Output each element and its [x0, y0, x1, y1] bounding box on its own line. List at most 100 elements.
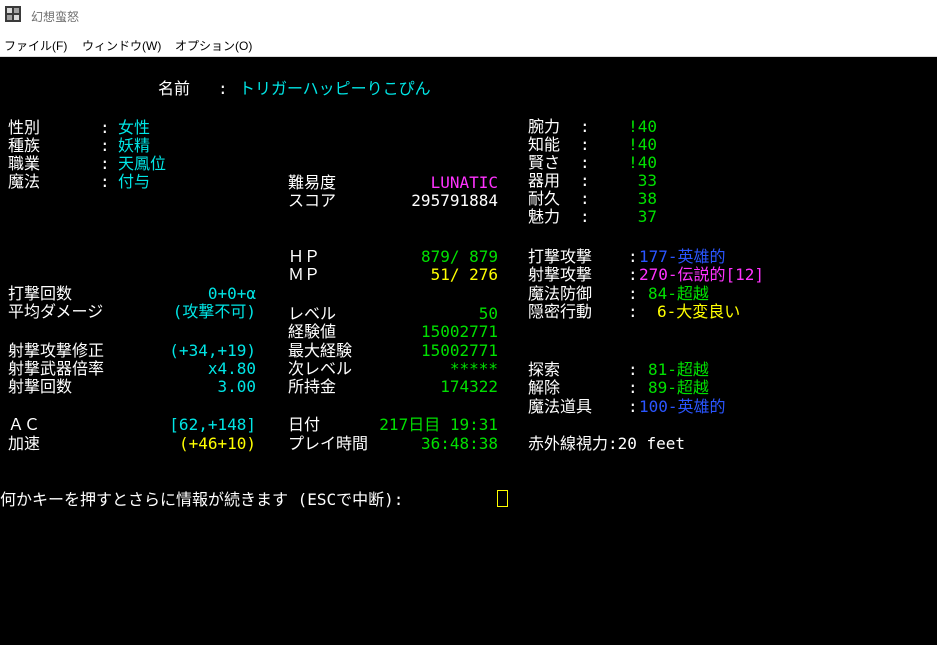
- terminal-screen: 名前 : トリガーハッピーりこぴん 性別 : 女性 種族 : 妖精 職業 : 天…: [0, 57, 937, 645]
- stat-wis-label: 賢さ: [528, 153, 561, 172]
- exp-value: 15002771: [420, 322, 498, 341]
- colon: :: [628, 247, 638, 266]
- magic-label: 魔法: [8, 172, 41, 191]
- colon: :: [580, 135, 590, 154]
- stat-int-label: 知能: [528, 135, 561, 154]
- colon: :: [628, 360, 638, 379]
- colon: :: [100, 136, 110, 155]
- colon: :: [580, 171, 590, 190]
- stat-chr-value: 37: [637, 207, 657, 226]
- colon: :: [580, 117, 590, 136]
- difficulty-label: 難易度: [288, 173, 337, 192]
- race-value: 妖精: [118, 136, 151, 155]
- game-app-icon: [5, 6, 21, 22]
- skill-savingthrow-label: 魔法防御: [528, 284, 593, 303]
- menu-file[interactable]: ファイル(F): [4, 37, 67, 54]
- gold-label: 所持金: [288, 377, 337, 396]
- speed-value: (+46+10): [178, 434, 256, 453]
- skill-stealth-value: 6-大変良い: [657, 302, 741, 321]
- name-colon: :: [218, 79, 228, 98]
- shoot-multiplier-value: x4.80: [207, 359, 256, 378]
- exp-label: 経験値: [288, 322, 337, 341]
- skill-melee-value: 177-英雄的: [639, 247, 726, 266]
- next-level-label: 次レベル: [288, 359, 353, 378]
- max-exp-value: 15002771: [420, 341, 498, 360]
- colon: :: [628, 265, 638, 284]
- menu-bar: ファイル(F) ウィンドウ(W) オプション(O): [0, 31, 937, 57]
- hp-label: ＨＰ: [288, 247, 321, 266]
- colon: :: [100, 118, 110, 137]
- mp-value: 51/ 276: [430, 265, 498, 284]
- ac-value: [62,+148]: [169, 415, 256, 434]
- character-name: トリガーハッピーりこぴん: [239, 79, 431, 98]
- skill-disarm-label: 解除: [528, 378, 561, 397]
- skill-stealth-label: 隠密行動: [528, 302, 593, 321]
- colon: :: [100, 154, 110, 173]
- blows-value: 0+0+α: [207, 284, 256, 303]
- stat-wis-value: !40: [628, 153, 657, 172]
- level-label: レベル: [288, 304, 337, 323]
- ac-label: ＡＣ: [8, 415, 41, 434]
- hp-value: 879/ 879: [420, 247, 498, 266]
- skill-disarm-value: 89-超越: [648, 378, 709, 397]
- stat-con-value: 38: [637, 189, 657, 208]
- colon: :: [580, 153, 590, 172]
- stat-dex-label: 器用: [528, 171, 561, 190]
- skill-melee-label: 打撃攻撃: [528, 247, 593, 266]
- continue-prompt: 何かキーを押すとさらに情報が続きます (ESCで中断):: [0, 490, 404, 509]
- shoot-modifier-value: (+34,+19): [169, 341, 256, 360]
- difficulty-value: LUNATIC: [430, 173, 498, 192]
- stat-int-value: !40: [628, 135, 657, 154]
- colon: :: [628, 284, 638, 303]
- colon: :: [100, 172, 110, 191]
- infravision: 赤外線視力:20 feet: [528, 434, 686, 453]
- text-cursor[interactable]: [497, 490, 508, 507]
- stat-str-label: 腕力: [528, 117, 561, 136]
- colon: :: [580, 189, 590, 208]
- sex-label: 性別: [8, 118, 41, 137]
- magic-value: 付与: [118, 172, 151, 191]
- stat-con-label: 耐久: [528, 189, 561, 208]
- avg-damage-value: (攻撃不可): [172, 302, 256, 321]
- title-bar: 幻想蛮怒: [0, 0, 937, 31]
- skill-shoot-value: 270-伝説的[12]: [639, 265, 765, 284]
- colon: :: [628, 302, 638, 321]
- score-label: スコア: [288, 191, 337, 210]
- shots-label: 射撃回数: [8, 377, 73, 396]
- next-level-value: *****: [449, 359, 498, 378]
- mp-label: ＭＰ: [288, 265, 321, 284]
- date-label: 日付: [288, 415, 321, 434]
- sex-value: 女性: [118, 118, 151, 137]
- blows-label: 打撃回数: [8, 284, 73, 303]
- max-exp-label: 最大経験: [288, 341, 353, 360]
- speed-label: 加速: [8, 434, 41, 453]
- playtime-label: プレイ時間: [288, 434, 369, 453]
- class-label: 職業: [8, 154, 41, 173]
- skill-savingthrow-value: 84-超越: [648, 284, 709, 303]
- date-value: 217日目 19:31: [379, 415, 498, 434]
- menu-options[interactable]: オプション(O): [175, 37, 252, 54]
- shoot-multiplier-label: 射撃武器倍率: [8, 359, 105, 378]
- menu-window[interactable]: ウィンドウ(W): [82, 37, 161, 54]
- skill-search-value: 81-超越: [648, 360, 709, 379]
- level-value: 50: [478, 304, 498, 323]
- class-value: 天鳳位: [118, 154, 167, 173]
- colon: :: [580, 207, 590, 226]
- shots-value: 3.00: [217, 377, 256, 396]
- stat-str-value: !40: [628, 117, 657, 136]
- stat-dex-value: 33: [637, 171, 657, 190]
- name-label: 名前: [158, 79, 191, 98]
- colon: :: [628, 378, 638, 397]
- playtime-value: 36:48:38: [420, 434, 498, 453]
- skill-shoot-label: 射撃攻撃: [528, 265, 593, 284]
- race-label: 種族: [8, 136, 41, 155]
- skill-search-label: 探索: [528, 360, 561, 379]
- score-value: 295791884: [411, 191, 498, 210]
- shoot-modifier-label: 射撃攻撃修正: [8, 341, 105, 360]
- skill-device-value: 100-英雄的: [639, 397, 726, 416]
- window-title: 幻想蛮怒: [31, 10, 80, 24]
- avg-damage-label: 平均ダメージ: [8, 302, 104, 321]
- colon: :: [628, 397, 638, 416]
- stat-chr-label: 魅力: [528, 207, 561, 226]
- skill-device-label: 魔法道具: [528, 397, 593, 416]
